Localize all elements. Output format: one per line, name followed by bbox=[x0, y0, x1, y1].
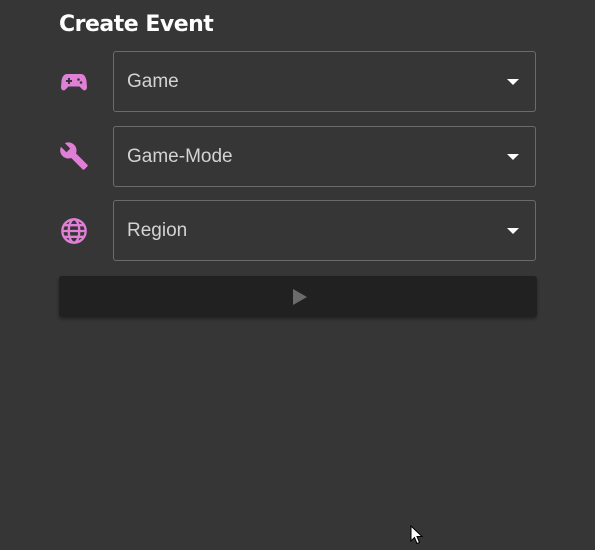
play-icon bbox=[292, 288, 307, 305]
chevron-down-icon bbox=[507, 79, 519, 85]
chevron-down-icon bbox=[507, 154, 519, 160]
region-select[interactable]: Region bbox=[113, 200, 536, 261]
region-select-value: Region bbox=[127, 220, 188, 241]
wrench-icon bbox=[59, 141, 89, 171]
start-event-button[interactable] bbox=[59, 276, 537, 317]
mouse-cursor-icon bbox=[410, 524, 424, 550]
game-select-value: Game bbox=[127, 71, 179, 92]
game-select[interactable]: Game bbox=[113, 51, 536, 112]
gamepad-icon bbox=[59, 67, 89, 97]
page-title: Create Event bbox=[59, 12, 214, 37]
chevron-down-icon bbox=[507, 228, 519, 234]
game-mode-select-value: Game-Mode bbox=[127, 146, 233, 167]
globe-icon bbox=[59, 216, 89, 246]
game-mode-select[interactable]: Game-Mode bbox=[113, 126, 536, 187]
